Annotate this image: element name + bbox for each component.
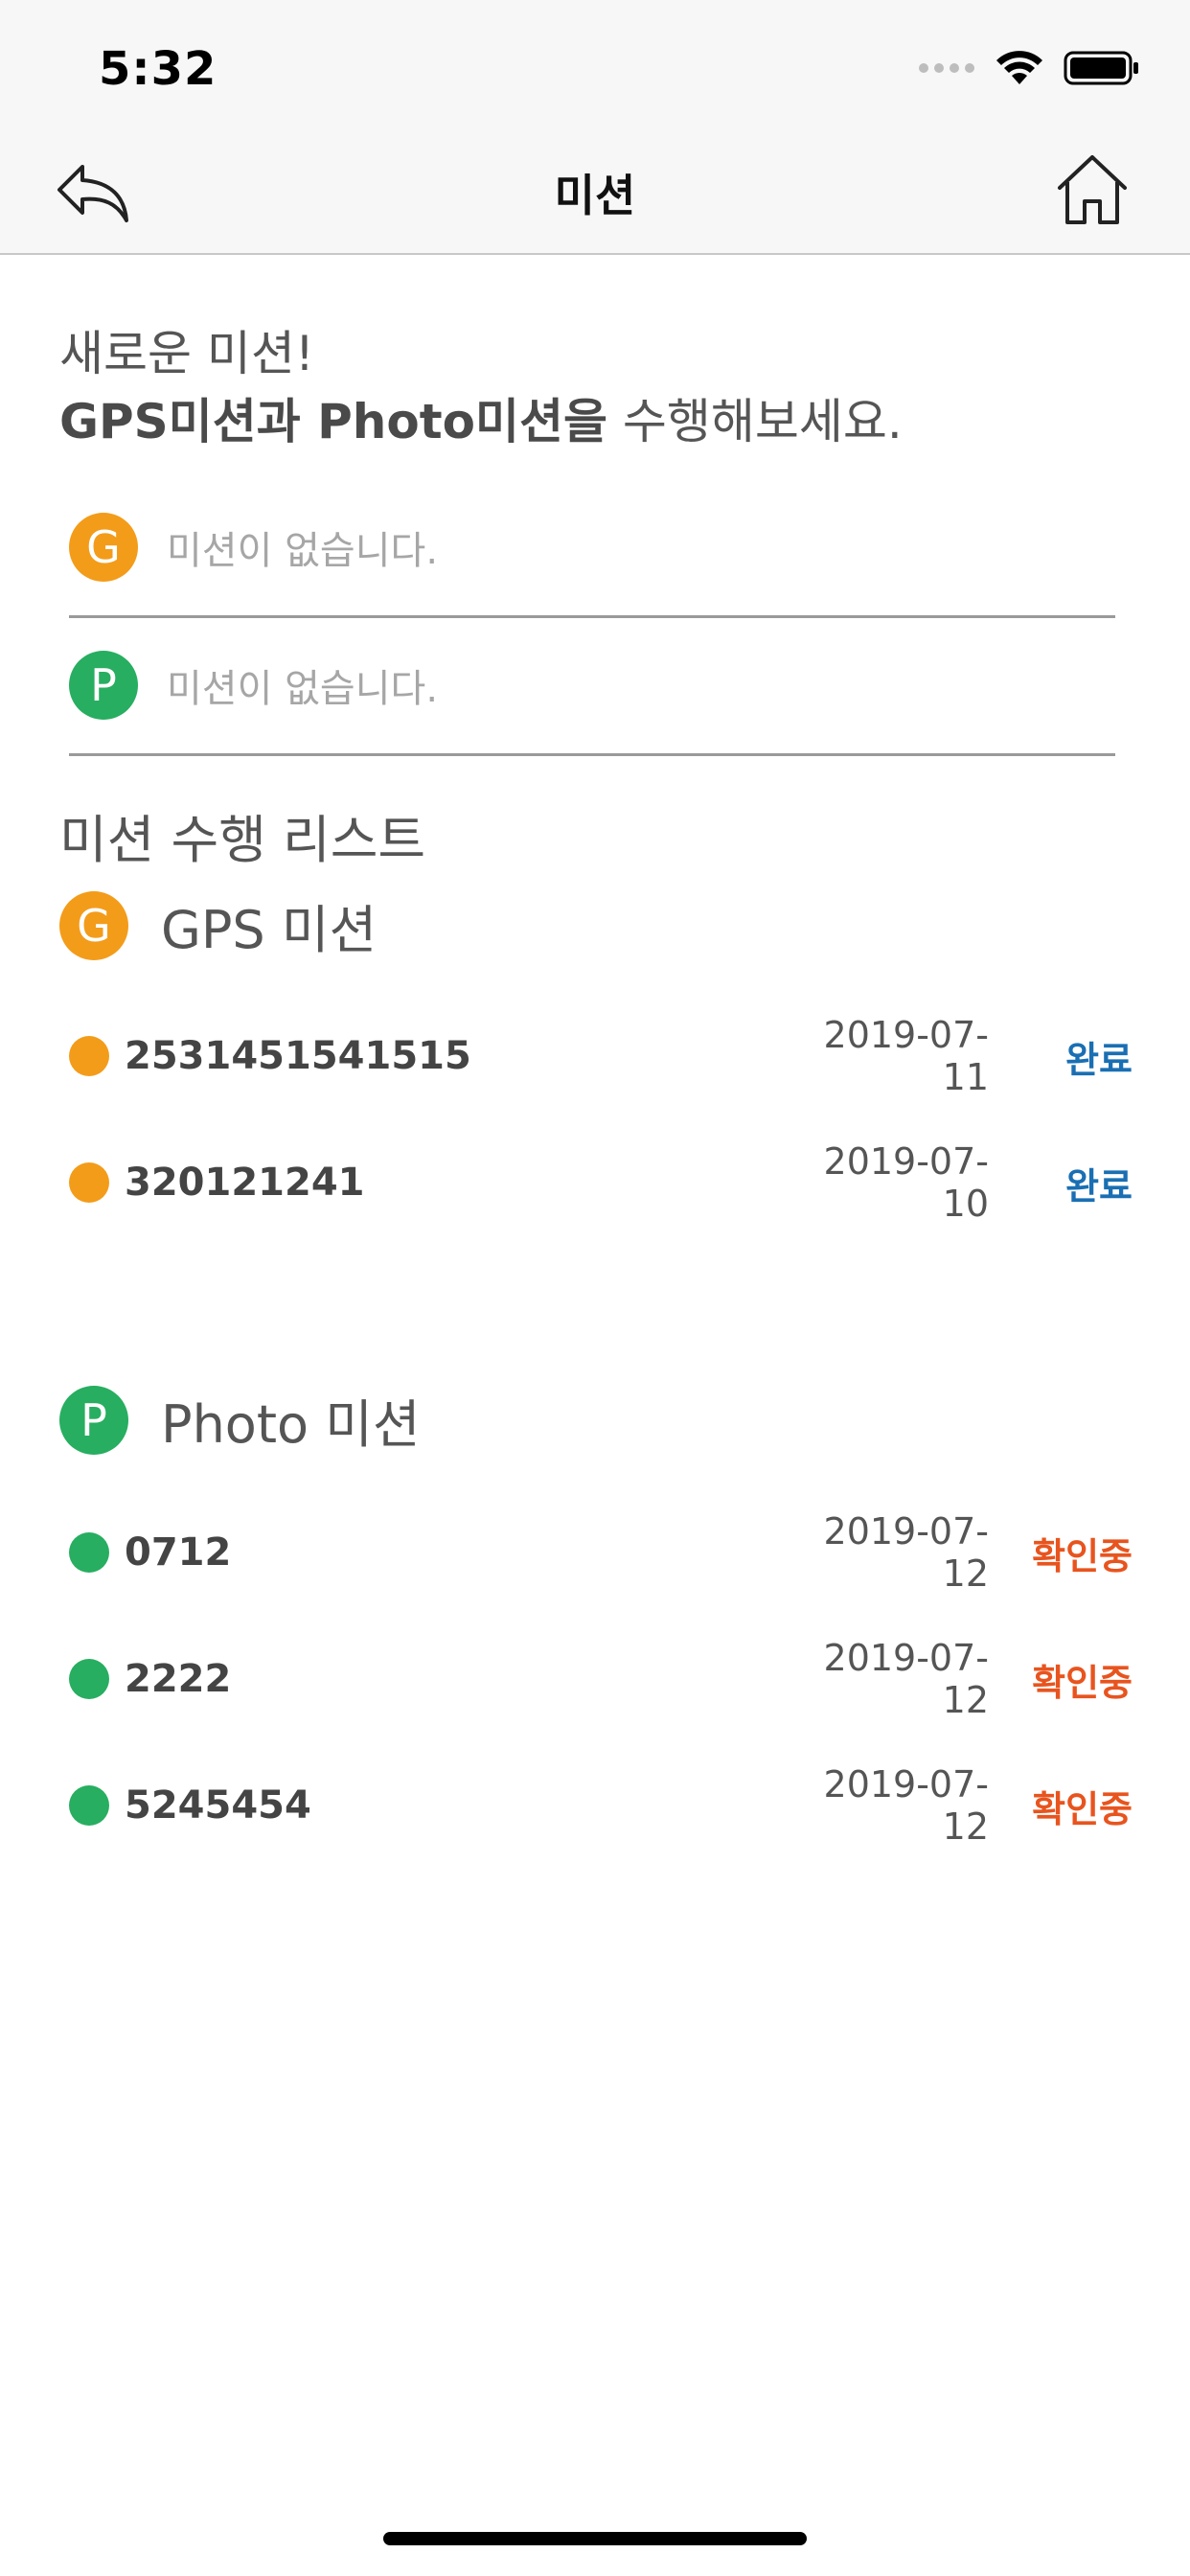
mission-date: 2019-07-10 xyxy=(823,1140,989,1225)
gps-category-badge-icon: G xyxy=(59,890,128,960)
status-icons xyxy=(918,50,1140,86)
photo-dot-icon xyxy=(69,1785,109,1826)
mission-name: 5245454 xyxy=(125,1783,311,1828)
photo-dot-icon xyxy=(69,1659,109,1699)
wifi-icon xyxy=(996,51,1042,84)
current-photo-mission-text: 미션이 없습니다. xyxy=(167,667,439,711)
gps-category-header: G GPS 미션 xyxy=(59,887,377,963)
battery-icon xyxy=(1064,51,1138,85)
gps-category-label: GPS 미션 xyxy=(161,900,378,960)
status-time: 5:32 xyxy=(99,42,217,96)
signal-dots-icon xyxy=(919,63,974,73)
photo-category-header: P Photo 미션 xyxy=(59,1382,421,1458)
intro-headline: 새로운 미션! xyxy=(59,326,314,381)
mission-status: 확인중 xyxy=(1032,1534,1133,1577)
photo-category-badge-icon: P xyxy=(59,1385,128,1455)
home-button[interactable] xyxy=(1054,151,1131,228)
intro-subline: GPS미션과 Photo미션을 수행해보세요. xyxy=(59,385,1133,458)
mission-name: 0712 xyxy=(125,1530,232,1575)
mission-name: 2222 xyxy=(125,1657,232,1701)
mission-status: 확인중 xyxy=(1032,1787,1133,1830)
photo-mission-row[interactable]: 5245454 2019-07-12 확인중 xyxy=(69,1763,1133,1848)
home-indicator[interactable] xyxy=(383,2532,807,2545)
mission-date: 2019-07-12 xyxy=(823,1763,989,1848)
gps-badge-icon: G xyxy=(69,513,138,582)
intro-subline-rest: 수행해보세요. xyxy=(606,394,903,449)
current-photo-mission-row[interactable]: P 미션이 없습니다. xyxy=(69,617,1115,756)
photo-mission-row[interactable]: 0712 2019-07-12 확인중 xyxy=(69,1510,1133,1595)
gps-dot-icon xyxy=(69,1036,109,1076)
intro-message: 새로운 미션! GPS미션과 Photo미션을 수행해보세요. xyxy=(59,322,1133,458)
photo-dot-icon xyxy=(69,1532,109,1573)
current-gps-mission-text: 미션이 없습니다. xyxy=(167,529,439,573)
gps-dot-icon xyxy=(69,1162,109,1203)
photo-mission-row[interactable]: 2222 2019-07-12 확인중 xyxy=(69,1637,1133,1721)
mission-list-title: 미션 수행 리스트 xyxy=(59,810,426,870)
mission-name: 2531451541515 xyxy=(125,1034,471,1078)
home-icon xyxy=(1058,155,1127,224)
mission-status: 완료 xyxy=(1065,1038,1133,1081)
current-gps-mission-row[interactable]: G 미션이 없습니다. xyxy=(69,479,1115,618)
photo-badge-icon: P xyxy=(69,651,138,720)
page-title: 미션 xyxy=(554,170,636,221)
mission-name: 320121241 xyxy=(125,1161,365,1205)
mission-date: 2019-07-11 xyxy=(823,1014,989,1098)
status-bar: 5:32 xyxy=(0,0,1190,134)
mission-status: 완료 xyxy=(1065,1164,1133,1208)
mission-date: 2019-07-12 xyxy=(823,1510,989,1595)
gps-mission-row[interactable]: 320121241 2019-07-10 완료 xyxy=(69,1140,1133,1225)
nav-bar: 미션 xyxy=(0,134,1190,255)
mission-status: 확인중 xyxy=(1032,1661,1133,1704)
intro-subline-bold: GPS미션과 Photo미션을 xyxy=(59,394,607,449)
photo-category-label: Photo 미션 xyxy=(161,1394,421,1455)
gps-mission-row[interactable]: 2531451541515 2019-07-11 완료 xyxy=(69,1014,1133,1098)
mission-date: 2019-07-12 xyxy=(823,1637,989,1721)
